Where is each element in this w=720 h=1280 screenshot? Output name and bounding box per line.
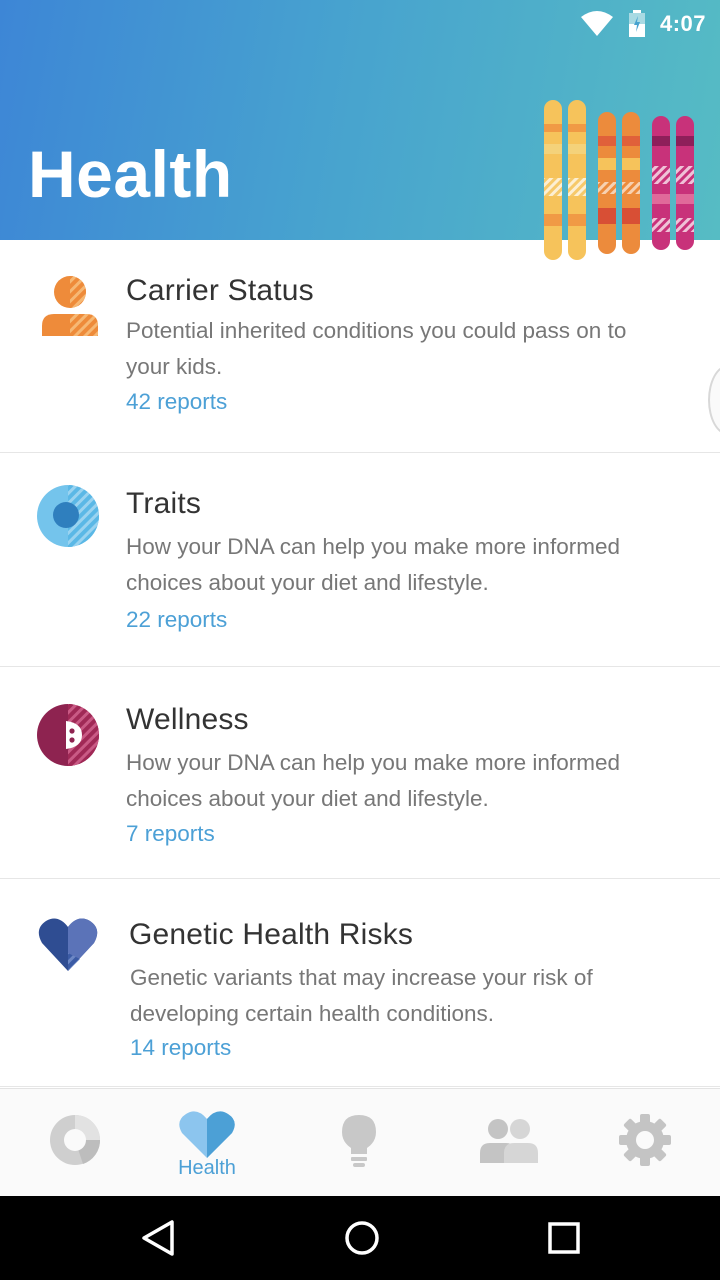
tab-ancestry[interactable] bbox=[3, 1089, 147, 1197]
tab-reports[interactable] bbox=[287, 1089, 431, 1197]
item-report-count[interactable]: 22 reports bbox=[126, 607, 227, 633]
item-title: Wellness bbox=[126, 703, 249, 736]
tab-health-label: Health bbox=[178, 1157, 236, 1179]
item-description: Genetic variants that may increase your … bbox=[130, 965, 593, 1026]
item-title: Carrier Status bbox=[126, 274, 314, 307]
relatives-icon bbox=[480, 1119, 538, 1163]
home-icon[interactable] bbox=[340, 1216, 384, 1260]
health-category-list: Carrier Status Potential inherited condi… bbox=[0, 240, 720, 1088]
heart-icon bbox=[179, 1111, 235, 1158]
page-title: Health bbox=[28, 137, 233, 211]
tab-health[interactable]: Health bbox=[135, 1089, 279, 1197]
system-navigation-bar bbox=[0, 1196, 720, 1280]
person-icon bbox=[42, 276, 98, 336]
item-title: Traits bbox=[126, 487, 202, 520]
list-item-genetic-health-risks[interactable]: Genetic Health Risks Genetic variants th… bbox=[0, 879, 720, 1087]
back-icon[interactable] bbox=[136, 1216, 180, 1260]
tab-relatives[interactable] bbox=[437, 1089, 581, 1197]
item-title: Genetic Health Risks bbox=[129, 918, 414, 951]
item-description: How your DNA can help you make more info… bbox=[126, 534, 620, 595]
item-report-count[interactable]: 7 reports bbox=[126, 821, 215, 847]
lightbulb-icon bbox=[342, 1115, 376, 1167]
tab-settings[interactable] bbox=[573, 1089, 717, 1197]
list-item-wellness[interactable]: Wellness How your DNA can help you make … bbox=[0, 667, 720, 879]
list-item-carrier-status[interactable]: Carrier Status Potential inherited condi… bbox=[0, 240, 720, 453]
recents-icon[interactable] bbox=[542, 1216, 586, 1260]
bottom-navigation: Health bbox=[0, 1088, 720, 1196]
chromosomes-illustration bbox=[544, 100, 694, 260]
item-report-count[interactable]: 42 reports bbox=[126, 389, 227, 415]
list-item-traits[interactable]: Traits How your DNA can help you make mo… bbox=[0, 453, 720, 667]
wifi-icon bbox=[580, 11, 613, 36]
edge-handle[interactable] bbox=[708, 365, 720, 435]
heart-icon bbox=[38, 918, 98, 971]
item-description: Potential inherited conditions you could… bbox=[126, 318, 627, 379]
item-report-count[interactable]: 14 reports bbox=[130, 1035, 231, 1061]
item-description: How your DNA can help you make more info… bbox=[126, 750, 620, 811]
ancestry-pie-icon bbox=[50, 1115, 101, 1165]
gear-icon bbox=[619, 1114, 671, 1166]
status-time: 4:07 bbox=[659, 11, 706, 36]
status-bar: 4:07 bbox=[580, 6, 706, 42]
wellness-icon bbox=[37, 704, 99, 766]
eye-icon bbox=[37, 485, 99, 547]
app-header: 4:07 Health bbox=[0, 0, 720, 260]
battery-icon bbox=[628, 10, 645, 37]
